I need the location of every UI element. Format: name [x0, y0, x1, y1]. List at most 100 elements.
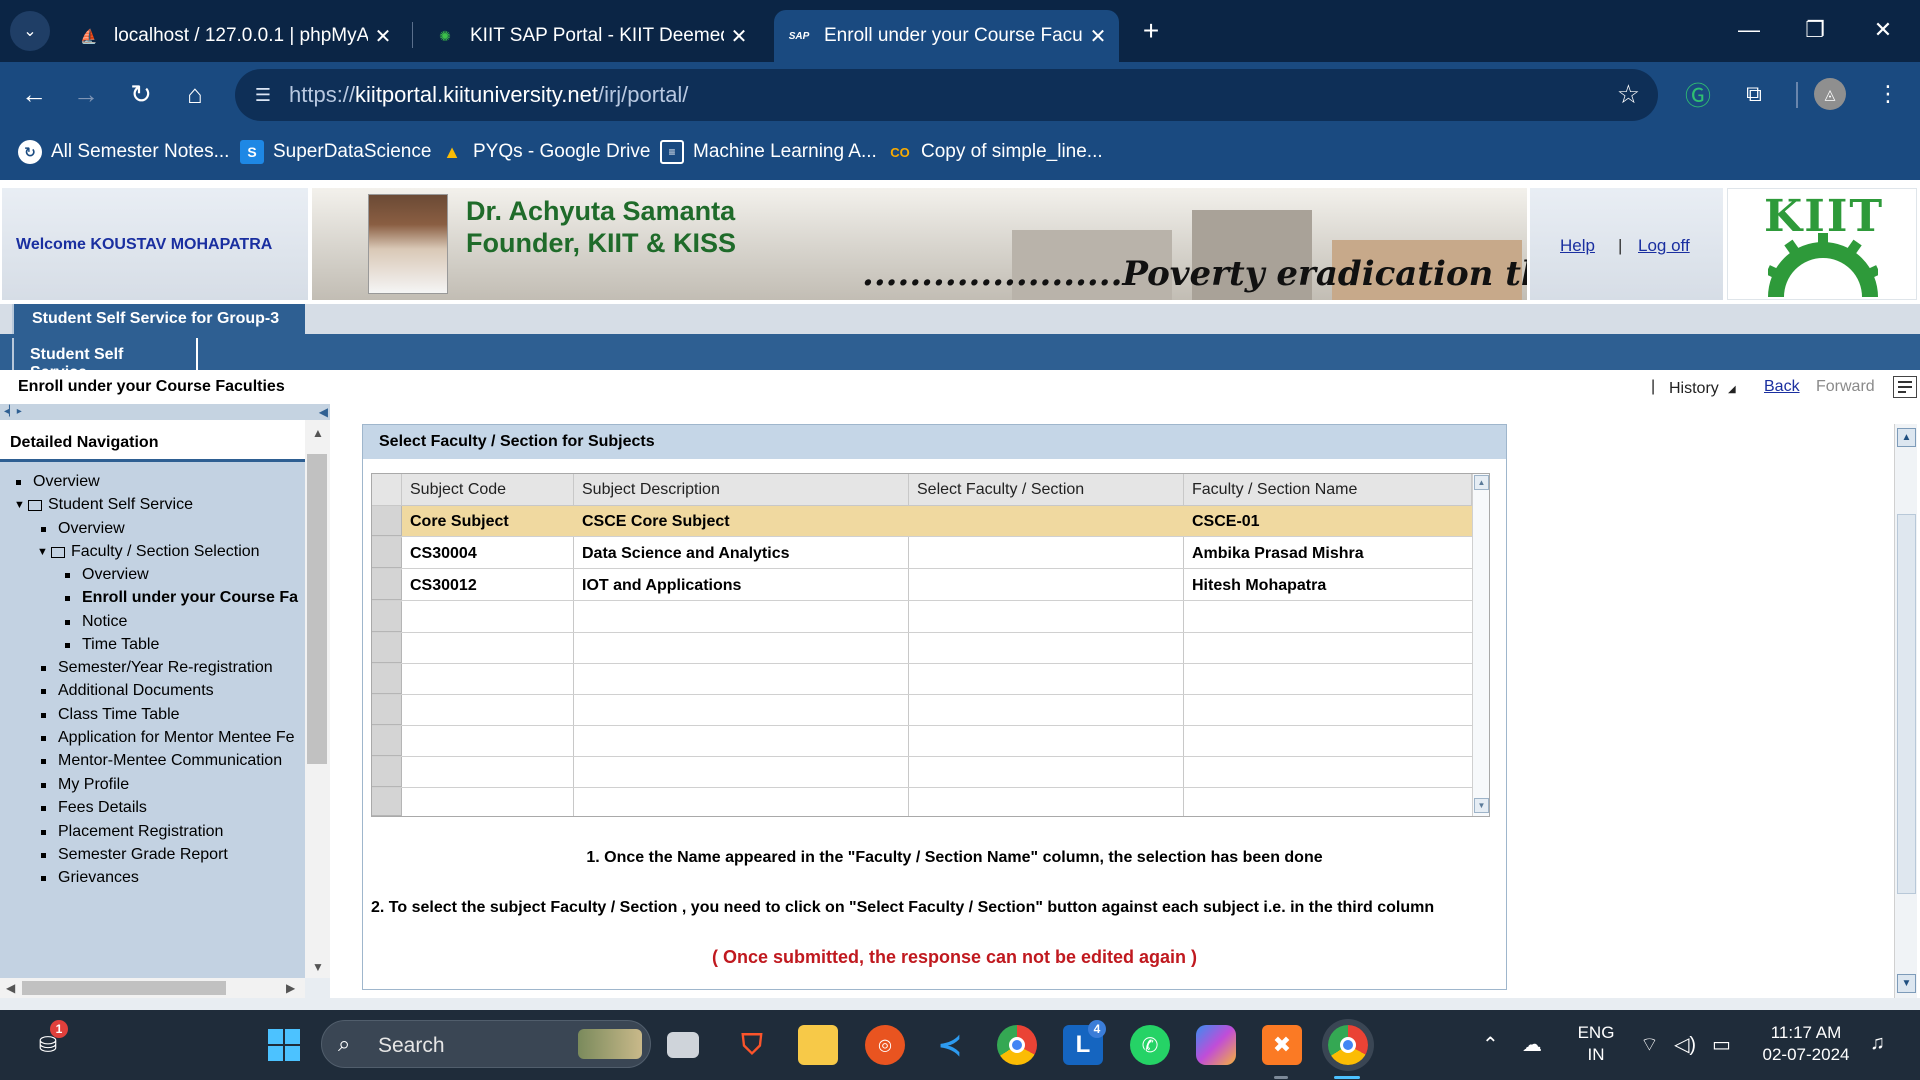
- clock[interactable]: 11:17 AM 02-07-2024: [1756, 1022, 1856, 1066]
- copilot-icon[interactable]: [1196, 1025, 1236, 1065]
- scroll-down-icon[interactable]: ▼: [1897, 974, 1916, 993]
- tab-kiit-sap-portal[interactable]: ✺ KIIT SAP Portal - KIIT Deemed to ✕: [420, 10, 760, 62]
- notifications-bell-icon[interactable]: ♫: [1870, 1032, 1885, 1055]
- nav-item-time-table[interactable]: Time Table: [65, 634, 159, 656]
- language-indicator[interactable]: ENG IN: [1574, 1022, 1618, 1066]
- panel-toggle-icon[interactable]: ◂▏▸: [4, 406, 22, 417]
- nav-item-student-self-service[interactable]: ▼ Student Self Service: [14, 494, 193, 516]
- column-header-faculty-name[interactable]: Faculty / Section Name: [1184, 474, 1472, 506]
- site-settings-icon[interactable]: ☰: [249, 81, 277, 109]
- nav-item-fees-details[interactable]: Fees Details: [41, 797, 147, 819]
- nav-item-faculty-section-selection[interactable]: ▼ Faculty / Section Selection: [37, 541, 260, 563]
- tab-student-self-service[interactable]: Student Self Service: [12, 338, 198, 381]
- volume-icon[interactable]: ◁): [1674, 1032, 1696, 1057]
- brave-browser-icon[interactable]: ⛉: [732, 1025, 772, 1065]
- back-button[interactable]: ←: [14, 74, 54, 114]
- scroll-up-icon[interactable]: ▲: [1474, 475, 1489, 490]
- bookmark-pyqs-google-drive[interactable]: ▲ PYQs - Google Drive: [440, 140, 650, 164]
- tab-student-self-service-group3[interactable]: Student Self Service for Group-3: [12, 304, 305, 334]
- battery-icon[interactable]: ▭: [1712, 1032, 1731, 1057]
- nav-item-my-profile[interactable]: My Profile: [41, 774, 129, 796]
- wifi-icon[interactable]: ⌔: [1640, 1032, 1659, 1057]
- cell-select-faculty[interactable]: [909, 570, 1184, 600]
- vscode-icon[interactable]: ≺: [930, 1025, 970, 1065]
- show-hidden-icons[interactable]: ⌃: [1482, 1032, 1499, 1057]
- scroll-right-icon[interactable]: ▶: [286, 981, 295, 995]
- scrollbar-thumb[interactable]: [307, 454, 327, 764]
- bookmark-machine-learning[interactable]: ≡ Machine Learning A...: [660, 140, 877, 164]
- nav-item-mentor-mentee-communication[interactable]: Mentor-Mentee Communication: [41, 750, 282, 772]
- nav-item-semester-grade-report[interactable]: Semester Grade Report: [41, 844, 228, 866]
- tab-phpmyadmin[interactable]: ⛵ localhost / 127.0.0.1 | phpMyAd ✕: [64, 10, 404, 62]
- new-tab-button[interactable]: +: [1134, 14, 1168, 48]
- nav-item-overview-sub[interactable]: Overview: [41, 518, 125, 540]
- tab-enroll-course-faculties[interactable]: SAP Enroll under your Course Facult ✕: [774, 10, 1119, 62]
- help-link[interactable]: Help: [1560, 236, 1595, 256]
- xampp-icon[interactable]: ✖: [1262, 1025, 1302, 1065]
- ubuntu-icon[interactable]: ◎: [865, 1025, 905, 1065]
- file-explorer-icon[interactable]: [798, 1025, 838, 1065]
- home-button[interactable]: ⌂: [175, 74, 215, 114]
- logoff-link[interactable]: Log off: [1638, 236, 1690, 256]
- scrollbar-thumb[interactable]: [1897, 514, 1916, 894]
- nav-vertical-scrollbar[interactable]: ▲ ▼: [305, 420, 330, 978]
- bookmark-star-icon[interactable]: ☆: [1617, 79, 1640, 110]
- whatsapp-icon[interactable]: ✆: [1130, 1025, 1170, 1065]
- task-view-icon[interactable]: [667, 1032, 699, 1058]
- row-selector[interactable]: [372, 570, 402, 600]
- bookmark-all-semester-notes[interactable]: ↻ All Semester Notes...: [18, 140, 229, 164]
- cell-select-faculty[interactable]: [909, 538, 1184, 568]
- nav-item-overview[interactable]: Overview: [16, 471, 100, 493]
- close-icon[interactable]: ✕: [368, 24, 398, 49]
- reload-button[interactable]: ↻: [121, 74, 161, 114]
- back-link[interactable]: Back: [1764, 378, 1800, 396]
- collapse-panel-icon[interactable]: ◀: [319, 405, 328, 419]
- close-window-button[interactable]: ✕: [1858, 10, 1908, 50]
- nav-item-additional-documents[interactable]: Additional Documents: [41, 680, 214, 702]
- nav-item-class-time-table[interactable]: Class Time Table: [41, 704, 180, 726]
- history-menu[interactable]: History: [1669, 380, 1719, 398]
- row-selector[interactable]: [372, 506, 402, 536]
- expanded-triangle-icon[interactable]: ▼: [14, 499, 26, 511]
- cell-select-faculty[interactable]: [909, 506, 1184, 536]
- bookmark-copy-simple-line[interactable]: CO Copy of simple_line...: [888, 140, 1102, 164]
- tab-search-button[interactable]: ⌄: [10, 11, 50, 51]
- start-button[interactable]: [264, 1025, 304, 1065]
- extensions-icon[interactable]: ⧉: [1736, 76, 1772, 112]
- nav-item-notice[interactable]: Notice: [65, 611, 127, 633]
- table-row[interactable]: Core Subject CSCE Core Subject CSCE-01: [372, 506, 1472, 537]
- page-menu-icon[interactable]: [1893, 376, 1917, 398]
- bookmark-superdatascience[interactable]: S SuperDataScience: [240, 140, 431, 164]
- scroll-down-icon[interactable]: ▼: [1474, 798, 1489, 813]
- grammarly-icon[interactable]: Ⓖ: [1680, 76, 1716, 112]
- chrome-profile-icon[interactable]: [1328, 1025, 1368, 1065]
- address-bar[interactable]: ☰ https://kiitportal.kiituniversity.net/…: [235, 69, 1658, 121]
- expanded-triangle-icon[interactable]: ▼: [37, 546, 49, 558]
- chrome-icon[interactable]: [997, 1025, 1037, 1065]
- nav-horizontal-scrollbar[interactable]: ◀ ▶: [0, 978, 305, 998]
- nav-item-enroll-course-faculties[interactable]: Enroll under your Course Fa: [65, 587, 298, 609]
- select-all-header[interactable]: [372, 474, 402, 506]
- nav-item-mentor-mentee-application[interactable]: Application for Mentor Mentee Fe: [41, 727, 295, 749]
- scroll-left-icon[interactable]: ◀: [6, 981, 15, 995]
- table-row[interactable]: CS30012 IOT and Applications Hitesh Moha…: [372, 570, 1472, 601]
- scroll-up-icon[interactable]: ▲: [312, 426, 324, 440]
- scroll-down-icon[interactable]: ▼: [312, 960, 324, 974]
- profile-avatar[interactable]: ◬: [1814, 78, 1846, 110]
- nav-item-placement-registration[interactable]: Placement Registration: [41, 821, 223, 843]
- history-dropdown-icon[interactable]: ◢: [1728, 384, 1736, 395]
- nav-item-faculty-overview[interactable]: Overview: [65, 564, 149, 586]
- more-menu-icon[interactable]: ⋮: [1870, 76, 1906, 112]
- forward-button[interactable]: →: [66, 74, 106, 114]
- nav-item-semester-reregistration[interactable]: Semester/Year Re-registration: [41, 657, 273, 679]
- onedrive-icon[interactable]: ☁: [1522, 1032, 1542, 1057]
- close-icon[interactable]: ✕: [724, 24, 754, 49]
- table-vertical-scrollbar[interactable]: ▲ ▼: [1472, 474, 1489, 816]
- table-row[interactable]: CS30004 Data Science and Analytics Ambik…: [372, 538, 1472, 569]
- taskbar-search-box[interactable]: ⌕ Search: [321, 1020, 651, 1068]
- content-vertical-scrollbar[interactable]: ▲ ▼: [1894, 424, 1917, 998]
- row-selector[interactable]: [372, 538, 402, 568]
- scroll-up-icon[interactable]: ▲: [1897, 428, 1916, 447]
- scrollbar-thumb[interactable]: [22, 981, 226, 995]
- close-icon[interactable]: ✕: [1083, 24, 1113, 49]
